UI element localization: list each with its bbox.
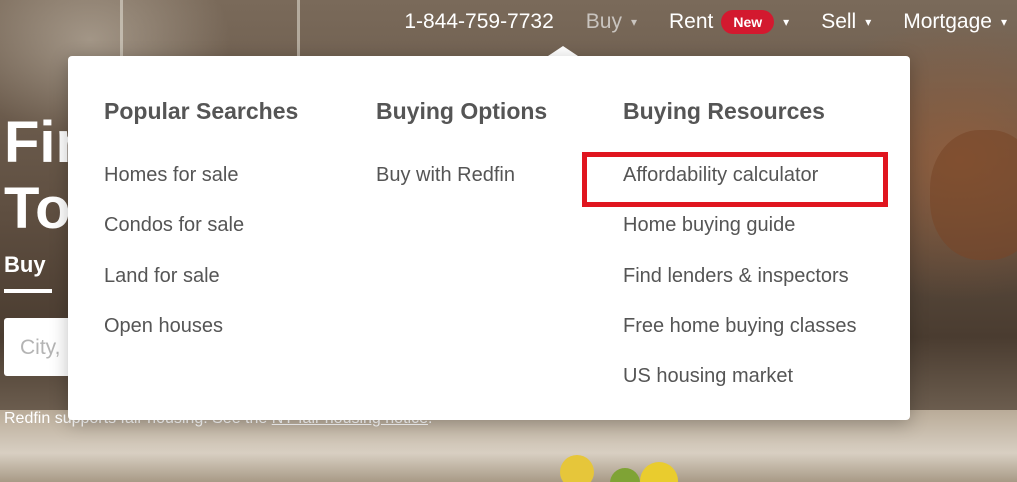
- buy-dropdown-menu: Popular Searches Homes for sale Condos f…: [68, 56, 910, 420]
- nav-sell-menu[interactable]: Sell ▾: [821, 10, 871, 34]
- column-heading: Buying Resources: [623, 98, 825, 124]
- menu-link-home-buying-guide[interactable]: Home buying guide: [623, 214, 795, 237]
- active-tab-underline: [4, 289, 52, 293]
- nav-mortgage-label: Mortgage: [903, 10, 992, 33]
- background-person: [930, 130, 1017, 260]
- column-heading: Buying Options: [376, 98, 548, 124]
- nav-rent-menu[interactable]: Rent New ▾: [669, 10, 789, 34]
- column-heading: Popular Searches: [104, 98, 299, 124]
- chevron-down-icon: ▾: [1000, 15, 1007, 29]
- menu-link-buy-with-redfin[interactable]: Buy with Redfin: [376, 164, 515, 187]
- menu-link-condos-for-sale[interactable]: Condos for sale: [104, 214, 244, 237]
- menu-link-homes-for-sale[interactable]: Homes for sale: [104, 164, 239, 187]
- menu-link-land-for-sale[interactable]: Land for sale: [104, 265, 220, 288]
- nav-mortgage-menu[interactable]: Mortgage ▾: [903, 10, 1007, 34]
- phone-number-text: 1-844-759-7732: [404, 10, 554, 33]
- chevron-down-icon: ▾: [783, 15, 790, 29]
- nav-buy-menu[interactable]: Buy ▾: [586, 10, 637, 34]
- menu-link-us-housing-market[interactable]: US housing market: [623, 365, 793, 388]
- chevron-down-icon: ▾: [630, 15, 637, 29]
- chevron-down-icon: ▾: [865, 15, 872, 29]
- search-placeholder: City,: [20, 336, 61, 359]
- menu-link-free-home-buying-classes[interactable]: Free home buying classes: [623, 315, 856, 338]
- background-lemon: [560, 455, 594, 482]
- nav-rent-label: Rent: [669, 10, 714, 33]
- top-navigation: 1-844-759-7732 Buy ▾ Rent New ▾ Sell ▾ M…: [0, 0, 1017, 44]
- search-tab-buy[interactable]: Buy: [4, 252, 46, 278]
- nav-sell-label: Sell: [821, 10, 857, 33]
- menu-link-open-houses[interactable]: Open houses: [104, 315, 223, 338]
- menu-link-find-lenders-inspectors[interactable]: Find lenders & inspectors: [623, 265, 849, 288]
- highlight-annotation-box: [582, 152, 888, 207]
- phone-number-link[interactable]: 1-844-759-7732: [404, 10, 553, 34]
- nav-buy-label: Buy: [585, 10, 622, 33]
- new-badge: New: [721, 10, 775, 34]
